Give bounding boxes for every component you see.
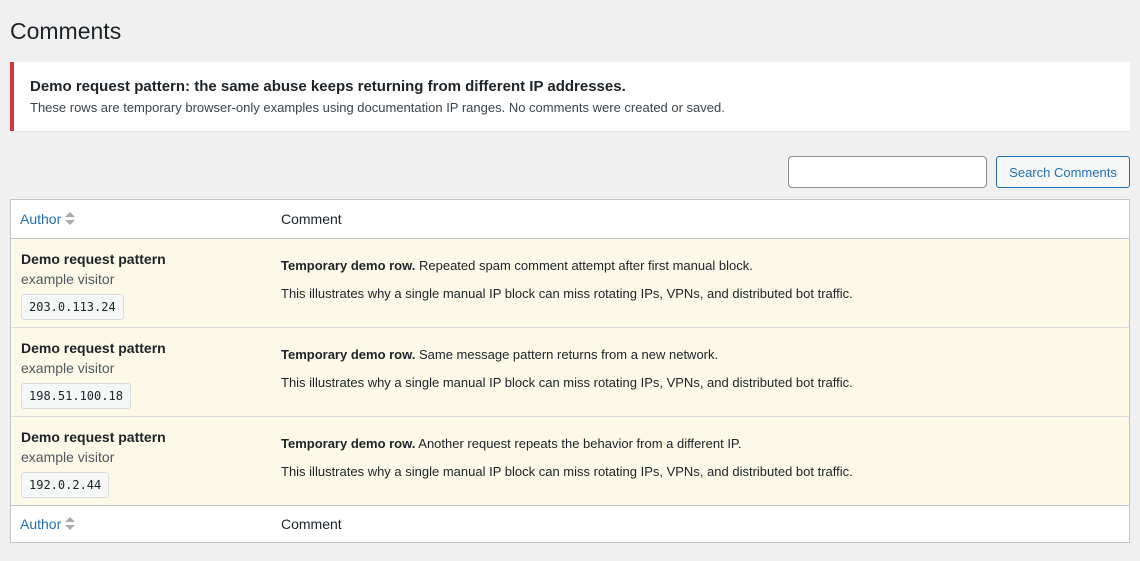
author-subtitle: example visitor — [21, 360, 115, 376]
search-box: Search Comments — [788, 156, 1130, 188]
author-subtitle: example visitor — [21, 449, 115, 465]
author-column-header: Author — [11, 211, 271, 227]
table-footer: Author Comment — [11, 505, 1129, 542]
comment-note: This illustrates why a single manual IP … — [281, 375, 853, 390]
comment-text: Another request repeats the behavior fro… — [415, 436, 742, 451]
author-cell: Demo request pattern example visitor 203… — [11, 239, 271, 327]
comment-prefix: Temporary demo row. — [281, 258, 416, 273]
author-subtitle: example visitor — [21, 271, 115, 287]
author-name: Demo request pattern — [21, 340, 166, 356]
comment-cell: Temporary demo row. Another request repe… — [271, 417, 1129, 505]
author-footer-label: Author — [20, 516, 62, 532]
comment-column-footer: Comment — [271, 516, 1129, 532]
ip-address: 192.0.2.44 — [21, 472, 110, 498]
comment-prefix: Temporary demo row. — [281, 347, 416, 362]
author-cell: Demo request pattern example visitor 192… — [11, 417, 271, 505]
table-header: Author Comment — [11, 200, 1129, 239]
search-input[interactable] — [788, 156, 987, 188]
comment-footer-label: Comment — [281, 516, 342, 532]
ip-address: 198.51.100.18 — [21, 383, 131, 409]
comment-cell: Temporary demo row. Repeated spam commen… — [271, 239, 1129, 327]
author-sort-link[interactable]: Author — [20, 211, 76, 227]
comment-column-header: Comment — [271, 211, 1129, 227]
comment-cell: Temporary demo row. Same message pattern… — [271, 328, 1129, 416]
sort-arrows-icon — [65, 212, 76, 226]
sort-arrows-icon — [65, 517, 76, 531]
comment-summary: Temporary demo row. Same message pattern… — [281, 346, 1129, 364]
error-notice: Demo request pattern: the same abuse kee… — [10, 62, 1130, 131]
comment-text: Same message pattern returns from a new … — [415, 347, 719, 362]
comment-prefix: Temporary demo row. — [281, 436, 416, 451]
comment-summary: Temporary demo row. Another request repe… — [281, 435, 1129, 453]
page-title: Comments — [10, 18, 122, 44]
comment-note: This illustrates why a single manual IP … — [281, 286, 853, 301]
author-column-footer: Author — [11, 516, 271, 532]
ip-address: 203.0.113.24 — [21, 294, 124, 320]
author-name: Demo request pattern — [21, 251, 166, 267]
author-header-label: Author — [20, 211, 62, 227]
comment-summary: Temporary demo row. Repeated spam commen… — [281, 257, 1129, 275]
comments-page: Comments Demo request pattern: the same … — [0, 0, 1140, 561]
notice-title: Demo request pattern: the same abuse kee… — [30, 78, 626, 95]
comment-header-label: Comment — [281, 211, 342, 227]
comments-table: Author Comment Demo request pattern exam… — [10, 199, 1130, 543]
comment-text: Repeated spam comment attempt after firs… — [415, 258, 753, 273]
author-sort-link-footer[interactable]: Author — [20, 516, 76, 532]
author-cell: Demo request pattern example visitor 198… — [11, 328, 271, 416]
author-name: Demo request pattern — [21, 429, 166, 445]
notice-text: These rows are temporary browser-only ex… — [30, 100, 725, 115]
table-row: Demo request pattern example visitor 198… — [11, 328, 1129, 417]
search-comments-button[interactable]: Search Comments — [996, 156, 1130, 188]
table-body: Demo request pattern example visitor 203… — [11, 239, 1129, 505]
table-row: Demo request pattern example visitor 203… — [11, 239, 1129, 328]
table-row: Demo request pattern example visitor 192… — [11, 417, 1129, 505]
comment-note: This illustrates why a single manual IP … — [281, 464, 853, 479]
